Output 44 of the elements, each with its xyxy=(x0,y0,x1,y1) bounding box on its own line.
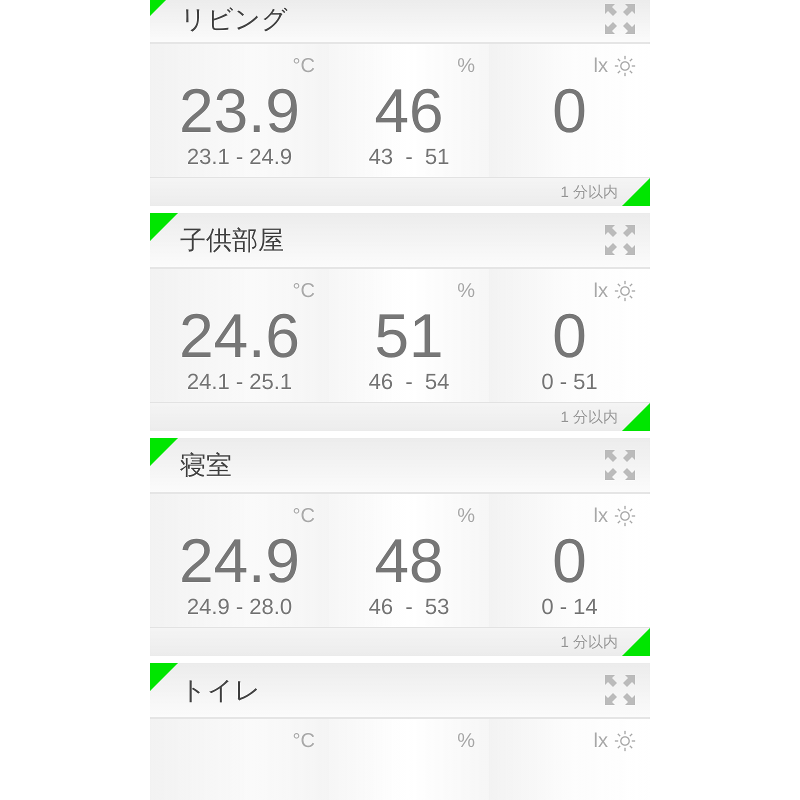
unit-label: lx xyxy=(594,504,608,528)
sun-icon xyxy=(614,280,636,302)
expand-icon[interactable] xyxy=(604,224,636,256)
sun-icon xyxy=(614,505,636,527)
sensor-value: 0 xyxy=(552,530,587,594)
sensor-value: 48 xyxy=(374,530,444,594)
range-label: 23.1 - 24.9 xyxy=(186,144,292,170)
range-label: 43 - 51 xyxy=(368,144,450,170)
unit-label: lx xyxy=(594,730,608,752)
unit-label: % xyxy=(457,54,475,78)
sensor-value: 24.9 xyxy=(179,530,300,594)
unit-label: % xyxy=(457,280,475,302)
sensor-value: 0 xyxy=(552,305,587,369)
sun-icon xyxy=(614,55,636,77)
range-label: 24.9 - 28.0 xyxy=(186,594,292,620)
update-time: 1 分以内 xyxy=(560,182,618,202)
room-title: 寝室 xyxy=(180,448,233,482)
range-label: 46 - 53 xyxy=(368,594,450,620)
expand-icon[interactable] xyxy=(604,449,636,481)
range-label: 0 - 51 xyxy=(541,369,598,395)
expand-icon[interactable] xyxy=(604,3,636,35)
sensor-value: 23.9 xyxy=(179,80,300,144)
range-label: 46 - 54 xyxy=(368,369,450,395)
sensor-value: 51 xyxy=(374,305,444,369)
sensor-value: 0 xyxy=(552,80,587,144)
range-label: 0 - 14 xyxy=(541,594,598,620)
sensor-value: 46 xyxy=(374,80,444,144)
expand-icon[interactable] xyxy=(604,674,636,706)
range-label: 24.1 - 25.1 xyxy=(186,369,292,395)
unit-label: % xyxy=(457,730,475,752)
room-title: 子供部屋 xyxy=(180,224,285,256)
room-title: トイレ xyxy=(180,674,262,706)
unit-label: lx xyxy=(594,280,608,302)
room-title: リビング xyxy=(180,2,289,36)
sun-icon xyxy=(614,730,636,752)
unit-label: % xyxy=(457,504,475,528)
unit-label: °C xyxy=(292,280,315,302)
unit-label: °C xyxy=(292,504,315,528)
update-time: 1 分以内 xyxy=(560,408,618,426)
update-time: 1 分以内 xyxy=(560,632,618,652)
unit-label: °C xyxy=(292,730,315,752)
unit-label: lx xyxy=(594,54,608,78)
sensor-value: 24.6 xyxy=(179,305,300,369)
unit-label: °C xyxy=(292,54,315,78)
